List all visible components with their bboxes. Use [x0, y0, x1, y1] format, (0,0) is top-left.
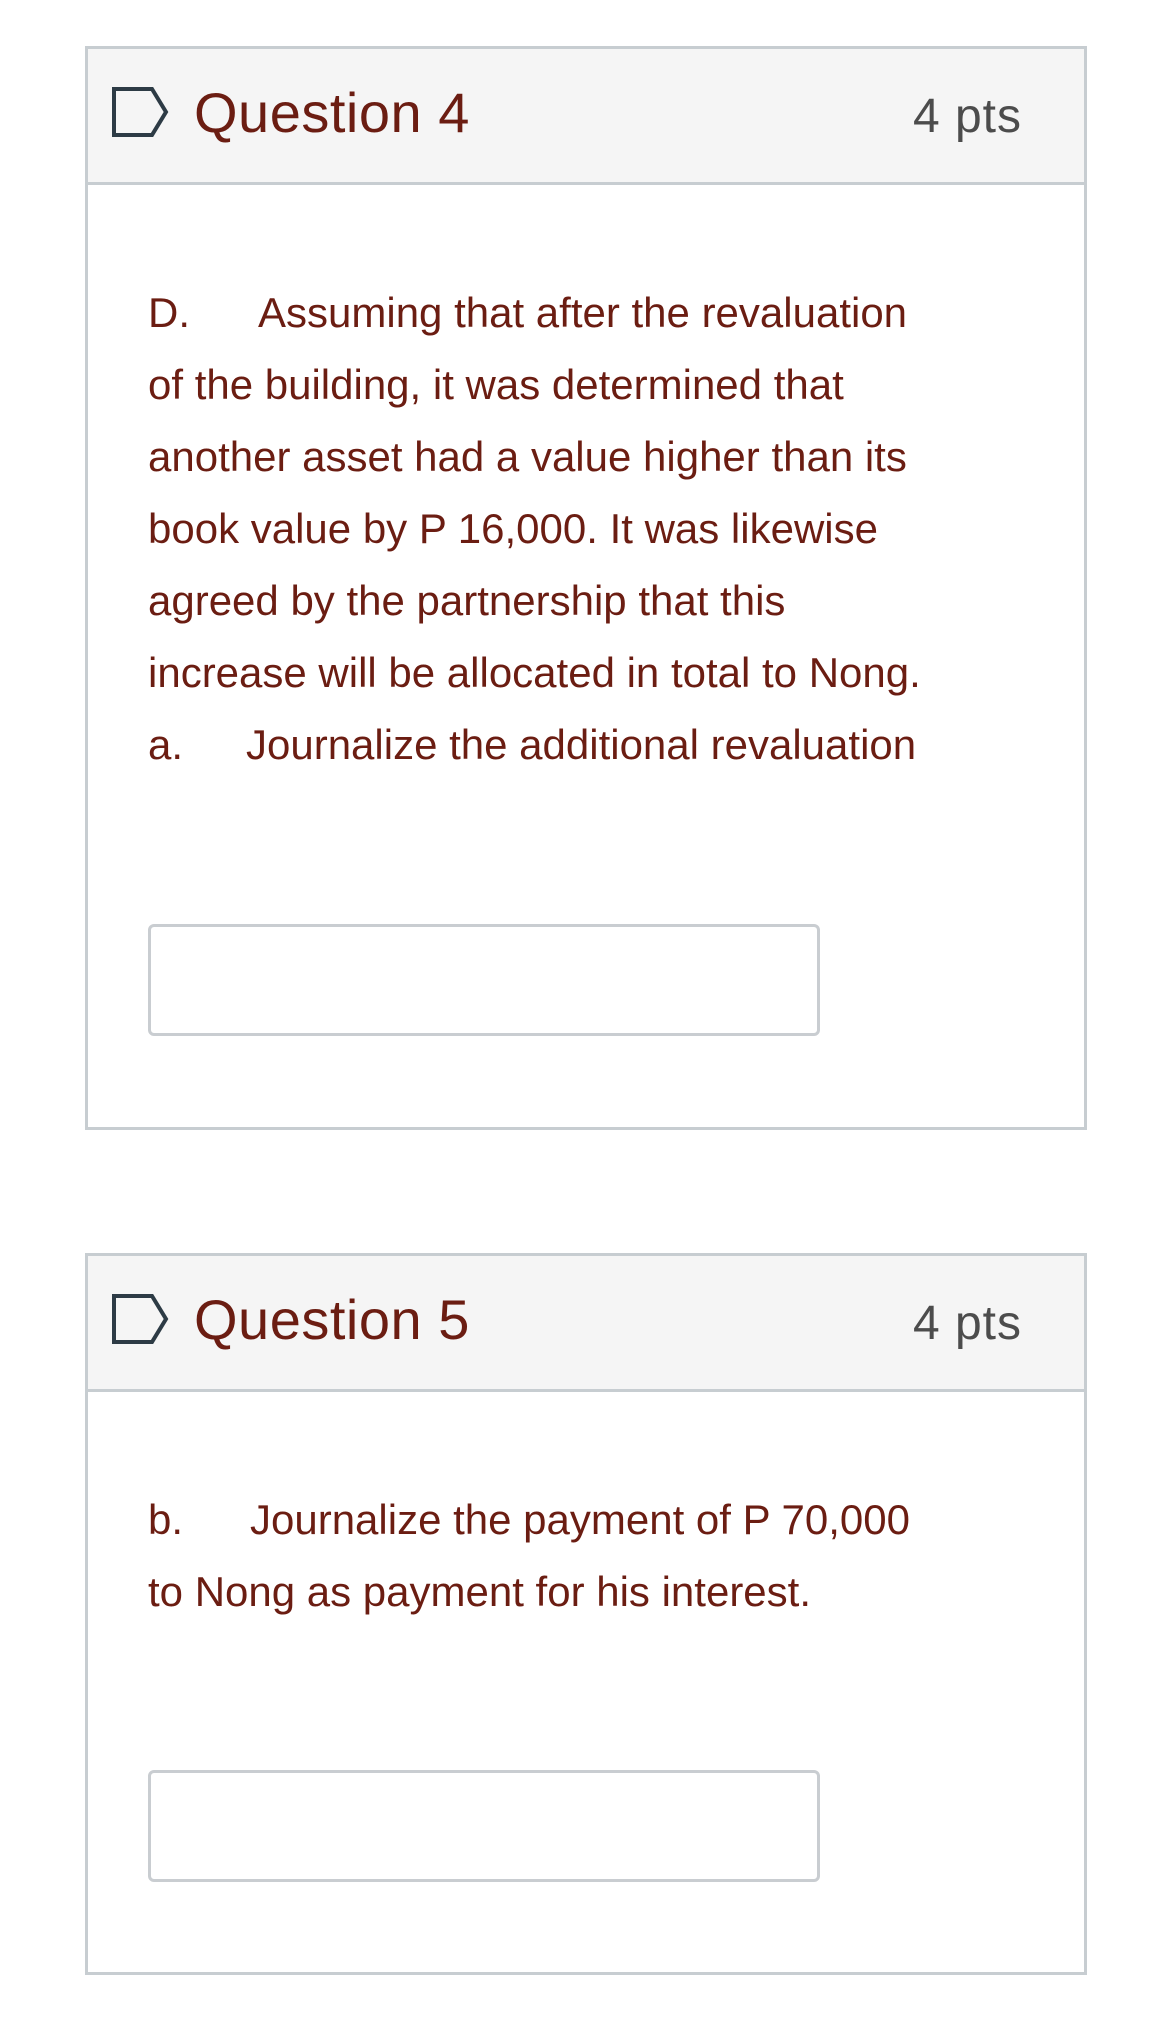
question-5-header: Question 5 4 pts — [88, 1256, 1084, 1392]
question-4-line: increase will be allocated in total to N… — [148, 637, 1044, 709]
question-4-line: book value by P 16,000. It was likewise — [148, 493, 1044, 565]
question-4-line: agreed by the partnership that this — [148, 565, 1044, 637]
line-text: to Nong as payment for his interest. — [148, 1568, 811, 1615]
question-4-body: D. Assuming that after the revaluation of… — [88, 185, 1084, 781]
line-text: increase will be allocated in total to N… — [148, 649, 921, 696]
line-text: book value by P 16,000. It was likewise — [148, 505, 878, 552]
flag-icon[interactable] — [110, 85, 172, 139]
question-5-title: Question 5 — [194, 1288, 470, 1351]
question-5-line: b. Journalize the payment of P 70,000 — [148, 1484, 1044, 1556]
question-5-points: 4 pts — [912, 1297, 1022, 1350]
question-4-points: 4 pts — [912, 90, 1022, 143]
question-5-card: Question 5 4 pts b. Journalize the paymen… — [85, 1253, 1087, 1975]
question-5-line: to Nong as payment for his interest. — [148, 1556, 1044, 1628]
question-4-header: Question 4 4 pts — [88, 49, 1084, 185]
flag-icon[interactable] — [110, 1292, 172, 1346]
line-text: Journalize the payment of P 70,000 — [250, 1496, 911, 1543]
question-4-line: a. Journalize the additional revaluation — [148, 709, 1044, 781]
line-text: Assuming that after the revaluation — [258, 289, 908, 336]
line-text: agreed by the partnership that this — [148, 577, 786, 624]
line-text: of the building, it was determined that — [148, 361, 844, 408]
question-4-line: of the building, it was determined that — [148, 349, 1044, 421]
question-4-title: Question 4 — [194, 81, 470, 144]
question-4-line: D. Assuming that after the revaluation — [148, 277, 1044, 349]
line-text: Journalize the additional revaluation — [246, 721, 917, 768]
item-label: D. — [148, 289, 190, 336]
item-label: a. — [148, 721, 184, 768]
question-5-answer-input[interactable] — [148, 1770, 820, 1882]
question-5-body: b. Journalize the payment of P 70,000 to … — [88, 1392, 1084, 1628]
item-label: b. — [148, 1496, 184, 1543]
question-4-line: another asset had a value higher than it… — [148, 421, 1044, 493]
line-text: another asset had a value higher than it… — [148, 433, 907, 480]
question-4-card: Question 4 4 pts D. Assuming that after t… — [85, 46, 1087, 1130]
question-4-answer-input[interactable] — [148, 924, 820, 1036]
